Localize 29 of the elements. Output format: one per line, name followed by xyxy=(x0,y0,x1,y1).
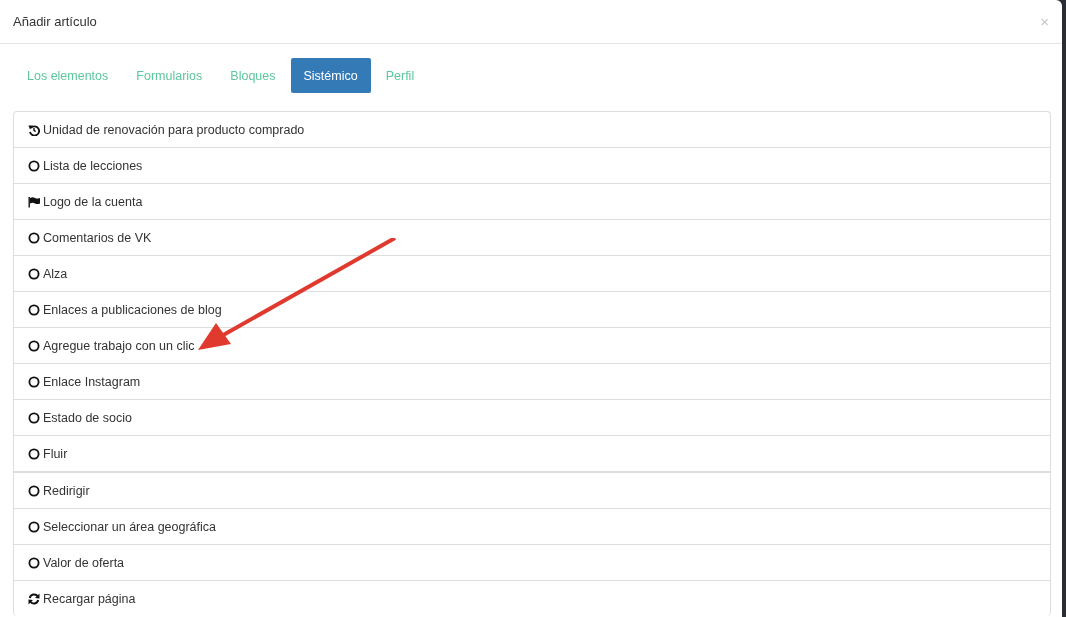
circle-icon xyxy=(28,159,40,172)
list-item[interactable]: Valor de oferta xyxy=(14,544,1050,580)
list-item[interactable]: Comentarios de VK xyxy=(14,219,1050,255)
list-item[interactable]: Seleccionar un área geográfica xyxy=(14,508,1050,544)
tab[interactable]: Sistémico xyxy=(290,58,371,93)
list-item[interactable]: Alza xyxy=(14,255,1050,291)
list-item[interactable]: Unidad de renovación para producto comprado xyxy=(14,112,1050,147)
circle-icon xyxy=(28,375,40,388)
circle-icon xyxy=(28,447,40,460)
list-item[interactable]: Lista de lecciones xyxy=(14,147,1050,183)
list-item[interactable]: Estado de socio xyxy=(14,399,1050,435)
circle-icon xyxy=(28,520,40,533)
circle-icon xyxy=(28,411,40,424)
circle-icon xyxy=(28,556,40,569)
list-item[interactable]: Logo de la cuenta xyxy=(14,183,1050,219)
refresh-icon xyxy=(28,592,40,605)
list-item[interactable]: Recargar página xyxy=(14,580,1050,616)
list-item[interactable]: Enlaces a publicaciones de blog xyxy=(14,291,1050,327)
circle-icon xyxy=(28,231,40,244)
circle-icon xyxy=(28,484,40,497)
circle-icon xyxy=(28,339,40,352)
list-item[interactable]: Fluir xyxy=(14,435,1050,471)
dialog-title: Añadir artículo xyxy=(13,14,97,29)
list-item[interactable]: Enlace Instagram xyxy=(14,363,1050,399)
flag-icon xyxy=(28,195,40,208)
circle-icon xyxy=(28,303,40,316)
list-item[interactable]: Redirigir xyxy=(14,471,1050,508)
circle-icon xyxy=(28,267,40,280)
history-icon xyxy=(28,123,40,136)
